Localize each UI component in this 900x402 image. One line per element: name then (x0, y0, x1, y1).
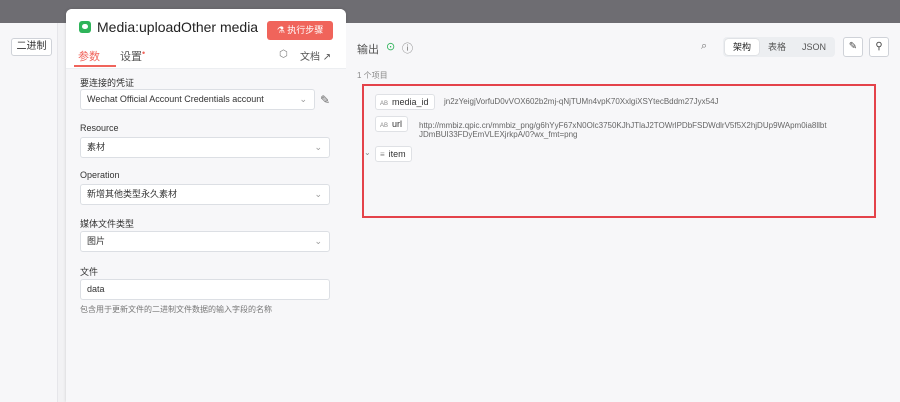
field-tag-item[interactable]: ≡ item (375, 146, 412, 162)
tab-settings[interactable]: 设置• (120, 48, 145, 64)
input-panel (0, 23, 58, 402)
chevron-down-icon: ⌄ (299, 94, 307, 104)
binary-button[interactable]: 二进制 (11, 38, 52, 56)
field-value-url-line2: JDmBUI33FDyEmVLEXjrkpA/0?wx_fmt=png (419, 130, 578, 139)
item-count: 1 个项目 (357, 71, 388, 80)
view-mode-table[interactable]: 表格 (761, 39, 793, 55)
resource-value: 素材 (87, 142, 106, 152)
execute-step-button[interactable]: ⚗ 执行步骤 (267, 21, 333, 40)
node-parameters-panel: Media:uploadOther media ⚗ 执行步骤 参数 设置• ⬡ … (66, 9, 346, 402)
chevron-down-icon[interactable]: ⌄ (364, 148, 371, 157)
view-mode-json[interactable]: JSON (795, 39, 833, 55)
field-tag-media-id[interactable]: AB media_id (375, 94, 435, 110)
resource-select[interactable]: 素材 ⌄ (80, 137, 330, 158)
view-mode-switch: 架构 表格 JSON (723, 37, 835, 57)
active-tab-indicator (74, 65, 116, 67)
pencil-icon: ✎ (848, 41, 858, 52)
string-type-icon: AB (380, 123, 389, 129)
string-type-icon: AB (380, 101, 389, 107)
credential-label: 要连接的凭证 (80, 78, 135, 88)
credential-select[interactable]: Wechat Official Account Credentials acco… (80, 89, 315, 110)
pin-output-button[interactable]: ⚲ (869, 37, 889, 57)
chevron-down-icon: ⌄ (314, 189, 322, 199)
media-type-label: 媒体文件类型 (80, 219, 135, 229)
external-link-icon: ↗ (322, 52, 332, 63)
cube-icon[interactable]: ⬡ (279, 49, 288, 60)
field-key: item (388, 149, 406, 159)
edit-credential-icon[interactable]: ✎ (320, 93, 330, 107)
credential-value: Wechat Official Account Credentials acco… (87, 94, 264, 104)
tab-settings-label: 设置 (120, 51, 142, 63)
file-hint: 包含用于更新文件的二进制文件数据的输入字段的名称 (80, 305, 272, 314)
operation-value: 新增其他类型永久素材 (87, 189, 178, 199)
docs-label: 文档 (300, 52, 320, 63)
wechat-icon (79, 21, 91, 33)
search-icon[interactable]: ⌕ (701, 40, 707, 53)
node-header: Media:uploadOther media ⚗ 执行步骤 参数 设置• ⬡ … (66, 9, 346, 69)
view-mode-schema[interactable]: 架构 (725, 39, 759, 55)
docs-link[interactable]: 文档 ↗ (300, 48, 331, 63)
field-value-media-id: jn2zYeigjVorfuD0vVOX602b2mj-qNjTUMn4vpK7… (444, 97, 719, 106)
panel-gutter (58, 23, 66, 402)
flask-icon: ⚗ (276, 25, 288, 35)
execute-step-label: 执行步骤 (287, 25, 324, 35)
operation-label: Operation (80, 170, 120, 180)
field-key: media_id (392, 97, 429, 107)
node-title: Media:uploadOther media (97, 19, 259, 35)
field-tag-url[interactable]: AB url (375, 116, 409, 132)
pin-icon: ⚲ (875, 41, 883, 52)
chevron-down-icon: ⌄ (314, 142, 322, 152)
settings-changed-dot: • (142, 48, 146, 58)
output-title: 输出 (357, 44, 379, 56)
media-type-value: 图片 (87, 236, 106, 246)
tab-params[interactable]: 参数 (78, 48, 100, 64)
success-check-icon: ⊙ (386, 41, 396, 53)
info-icon[interactable]: ⓘ (402, 40, 413, 56)
resource-label: Resource (80, 123, 119, 133)
field-key: url (392, 119, 403, 129)
file-input[interactable]: data (80, 279, 330, 300)
file-label: 文件 (80, 267, 99, 277)
media-type-select[interactable]: 图片 ⌄ (80, 231, 330, 252)
edit-output-button[interactable]: ✎ (843, 37, 863, 57)
file-value: data (87, 284, 105, 294)
chevron-down-icon: ⌄ (314, 236, 322, 246)
list-icon: ≡ (380, 150, 385, 159)
operation-select[interactable]: 新增其他类型永久素材 ⌄ (80, 184, 330, 205)
field-value-url-line1: http://mmbiz.qpic.cn/mmbiz_png/g6hYyF67x… (419, 121, 827, 130)
